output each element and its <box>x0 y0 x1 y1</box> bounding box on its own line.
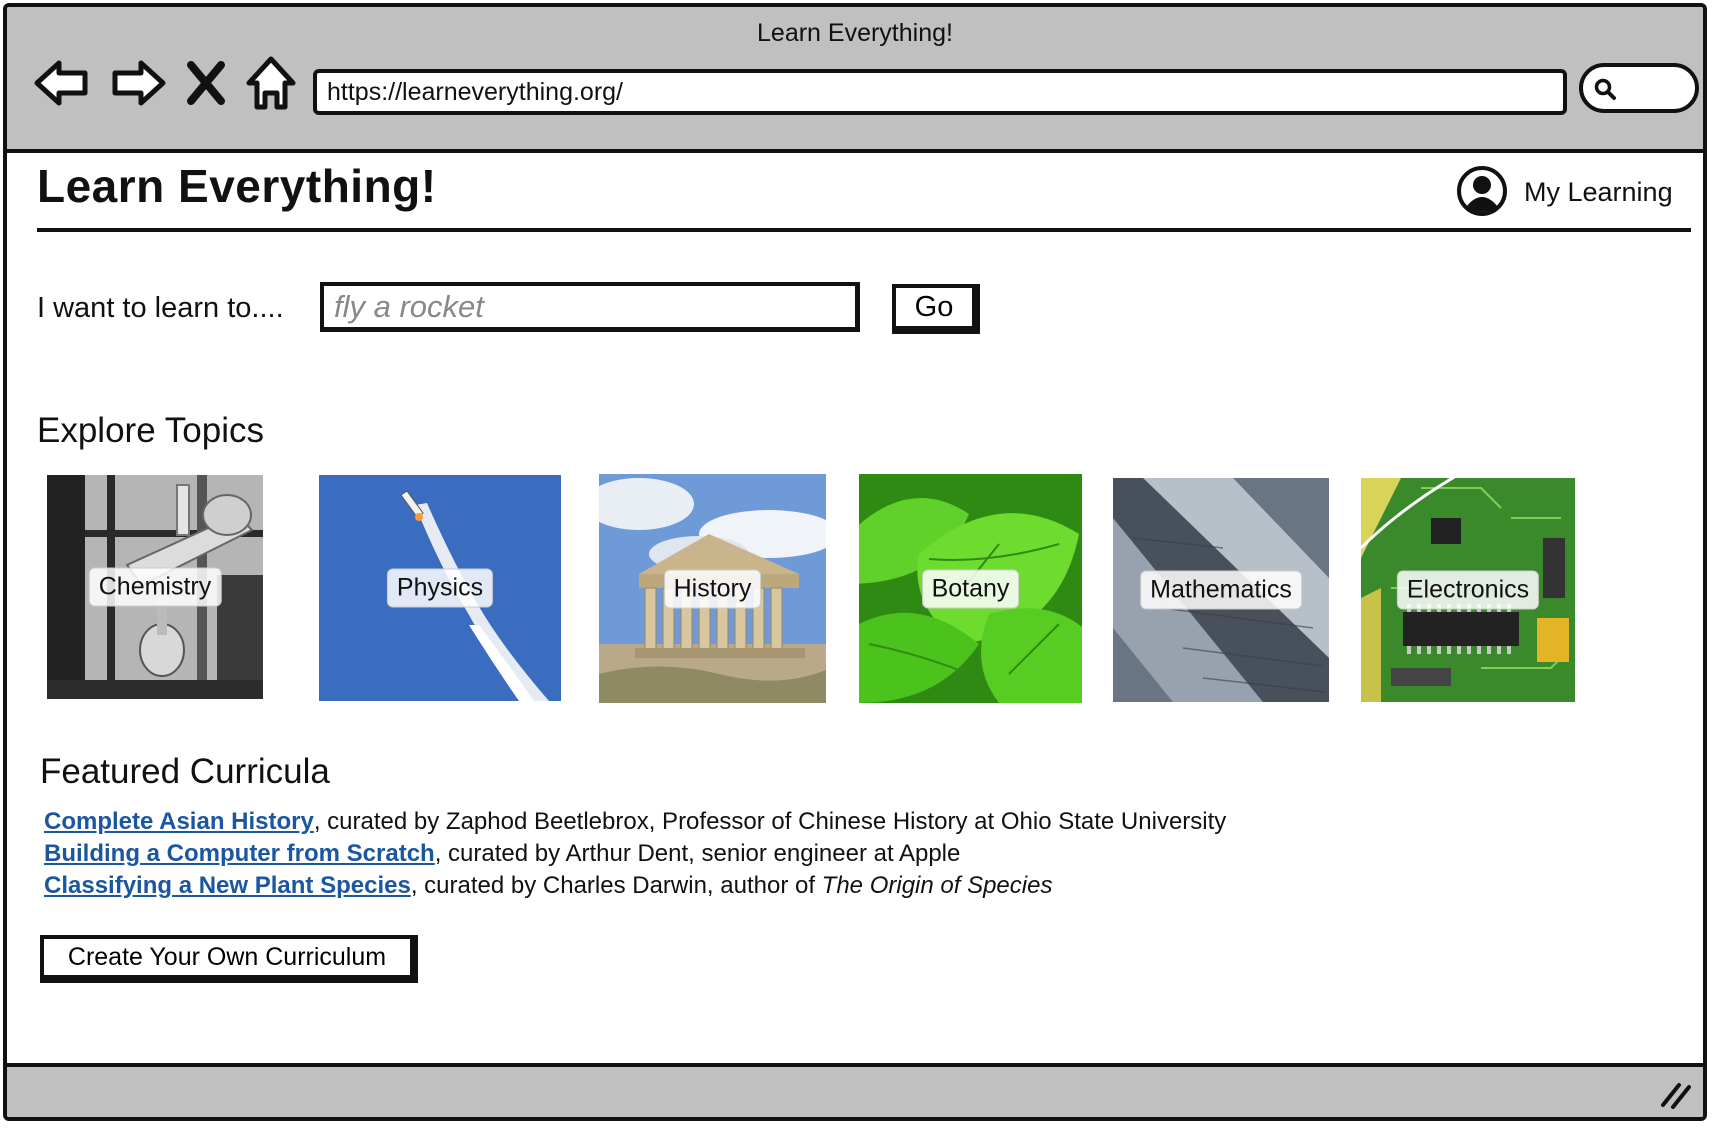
topic-label-mathematics: Mathematics <box>1140 570 1302 610</box>
go-button[interactable]: Go <box>892 284 980 334</box>
curriculum-link[interactable]: Building a Computer from Scratch <box>44 840 435 867</box>
curriculum-item: Classifying a New Plant Species, curated… <box>44 870 1226 902</box>
curriculum-link[interactable]: Complete Asian History <box>44 808 314 835</box>
back-arrow-icon[interactable] <box>33 55 93 111</box>
explore-topics-heading: Explore Topics <box>37 411 264 450</box>
home-icon[interactable] <box>241 55 301 111</box>
topic-label-physics: Physics <box>386 568 494 608</box>
topic-card-physics[interactable]: Physics <box>319 475 561 701</box>
learn-search-label: I want to learn to.... <box>37 292 284 324</box>
topic-card-botany[interactable]: Botany <box>859 474 1082 703</box>
curriculum-item: Complete Asian History, curated by Zapho… <box>44 806 1226 838</box>
window-title: Learn Everything! <box>757 19 953 47</box>
curriculum-description: , curated by Charles Darwin, author of <box>410 872 822 899</box>
page-title: Learn Everything! <box>37 160 437 212</box>
browser-window: Learn Everything! https://learneverythin… <box>3 3 1707 1121</box>
topic-card-electronics[interactable]: Electronics <box>1361 478 1575 702</box>
topic-label-electronics: Electronics <box>1396 570 1540 610</box>
curriculum-description: , curated by Arthur Dent, senior enginee… <box>434 840 961 867</box>
create-curriculum-button[interactable]: Create Your Own Curriculum <box>40 935 418 983</box>
featured-curricula-heading: Featured Curricula <box>40 752 330 791</box>
topic-card-chemistry[interactable]: Chemistry <box>47 475 263 699</box>
topic-label-history: History <box>663 569 762 608</box>
address-bar[interactable]: https://learneverything.org/ <box>313 69 1567 115</box>
topic-label-chemistry: Chemistry <box>88 567 222 607</box>
featured-curricula-list: Complete Asian History, curated by Zapho… <box>44 806 1226 902</box>
status-bar <box>7 1063 1703 1117</box>
my-learning-link[interactable]: My Learning <box>1524 177 1673 208</box>
search-icon <box>1594 78 1616 100</box>
browser-toolbar: Learn Everything! https://learneverythin… <box>7 7 1703 153</box>
curriculum-item: Building a Computer from Scratch, curate… <box>44 838 1226 870</box>
forward-arrow-icon[interactable] <box>107 55 167 111</box>
user-avatar-icon[interactable] <box>1456 165 1508 217</box>
curriculum-link[interactable]: Classifying a New Plant Species <box>44 872 411 899</box>
curriculum-description: , curated by Zaphod Beetlebrox, Professo… <box>313 808 1227 835</box>
topic-label-botany: Botany <box>921 569 1020 608</box>
close-x-icon[interactable] <box>183 55 229 111</box>
browser-search-box[interactable] <box>1579 63 1699 113</box>
learn-search-input[interactable] <box>320 282 860 332</box>
book-title: The Origin of Species <box>821 872 1053 899</box>
resize-grip-icon[interactable] <box>1659 1079 1691 1109</box>
topic-card-mathematics[interactable]: Mathematics <box>1113 478 1329 702</box>
topic-card-history[interactable]: History <box>599 474 826 703</box>
header-divider <box>37 228 1691 232</box>
